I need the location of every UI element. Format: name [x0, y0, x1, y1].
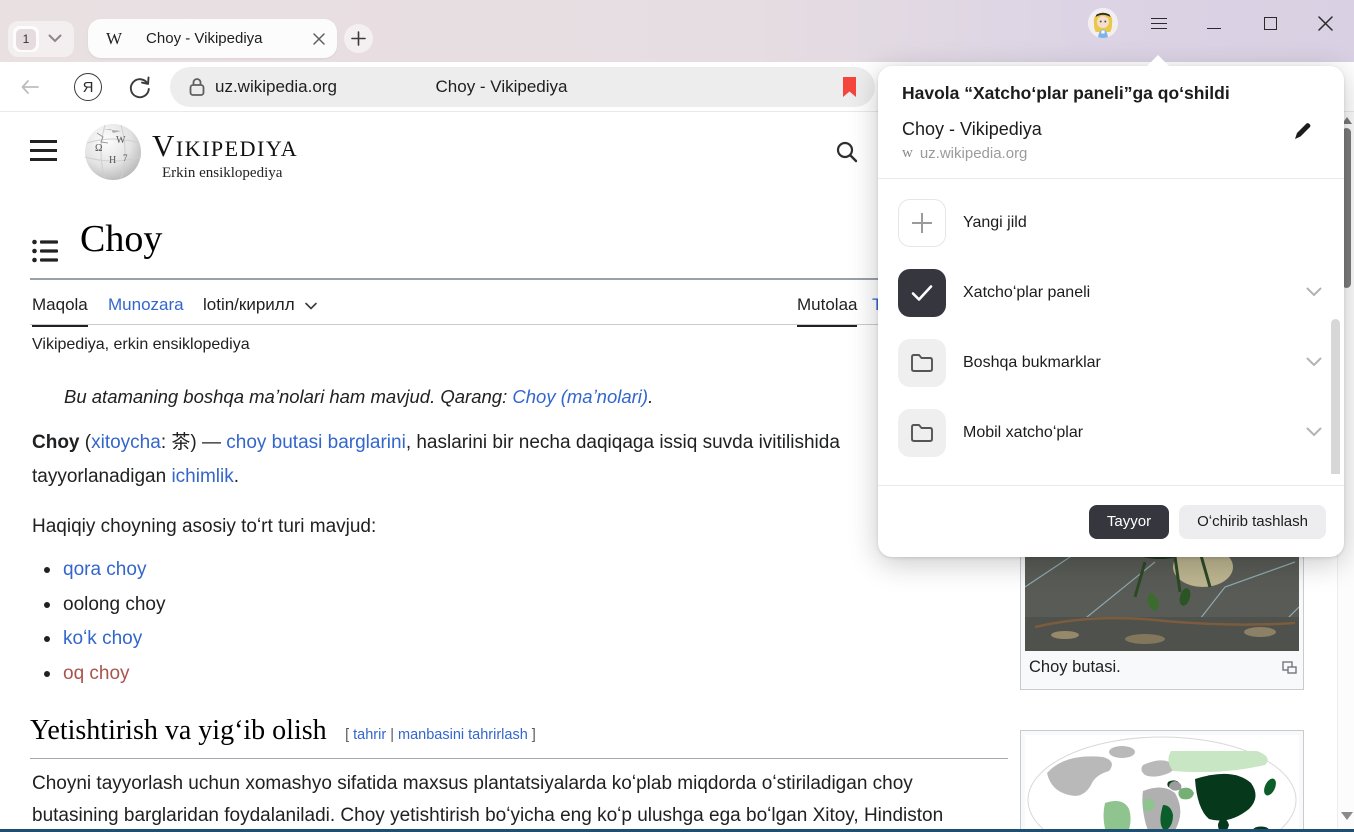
types-intro-text: Haqiqiy choyning asosiy toʻrt turi mavju… — [32, 516, 376, 538]
intro-bold-term: Choy — [32, 432, 80, 453]
figure-tea-production-map[interactable] — [1020, 730, 1304, 829]
plus-icon — [898, 199, 946, 247]
site-tagline: Vikipediya, erkin ensiklopediya — [32, 336, 250, 354]
browser-window: 1 W Choy - Vikipediya — [0, 0, 1354, 832]
article-title: Choy — [80, 217, 162, 261]
folder-list: Yangi jild Xatchoʻplar paneli Boshqa buk… — [878, 179, 1344, 474]
chevron-down-icon[interactable] — [1306, 354, 1322, 372]
popup-footer: Tayyor Oʻchirib tashlash — [878, 485, 1344, 557]
list-item: oq choy — [36, 657, 165, 692]
wikipedia-tagline-logo: Erkin ensiklopediya — [162, 165, 282, 182]
wikipedia-wordmark[interactable]: Vikipediya — [152, 128, 298, 164]
tab-counter-badge[interactable]: 1 — [13, 26, 39, 52]
tab-group-control[interactable]: 1 — [8, 21, 74, 57]
svg-text:7: 7 — [123, 153, 128, 163]
chevron-down-icon[interactable] — [1306, 284, 1322, 302]
tab-maqola[interactable]: Maqola — [32, 295, 88, 327]
wikipedia-favicon-icon: W — [106, 29, 122, 49]
section-heading: Yetishtirish va yigʻib olish — [30, 715, 327, 746]
bookmark-added-popup: Havola “Xatchoʻplar paneli”ga qoʻshildi … — [878, 66, 1344, 557]
close-icon[interactable] — [1315, 13, 1335, 33]
contents-icon[interactable] — [32, 239, 58, 268]
folder-item-new[interactable]: Yangi jild — [878, 188, 1344, 258]
yandex-glyph: Я — [83, 79, 94, 96]
tea-types-list: qora choy oolong choy koʻk choy oq choy — [36, 553, 165, 691]
done-button[interactable]: Tayyor — [1089, 505, 1169, 539]
section-heading-row: Yetishtirish va yigʻib olish [ tahrir | … — [30, 715, 536, 747]
lock-icon[interactable] — [188, 76, 206, 98]
redlink-oq-choy[interactable]: oq choy — [63, 663, 130, 684]
svg-text:Ω: Ω — [95, 143, 102, 154]
folder-item-mobile-bookmarks[interactable]: Mobil xatchoʻplar — [878, 398, 1344, 468]
folder-icon — [898, 339, 946, 387]
edit-link[interactable]: tahrir — [353, 727, 386, 743]
body-paragraph: Choyni tayyorlash uchun xomashyo sifatid… — [32, 768, 943, 829]
tab-close-icon[interactable] — [313, 33, 325, 45]
section-divider — [30, 758, 1008, 759]
chevron-down-icon — [305, 295, 317, 315]
hatnote-link[interactable]: Choy (maʼnolari) — [512, 386, 648, 407]
hatnote: Bu atamaning boshqa maʼnolari ham mavjud… — [64, 386, 653, 408]
link-kok-choy[interactable]: koʻk choy — [63, 628, 142, 649]
chevron-down-icon[interactable] — [1306, 424, 1322, 442]
svg-text:H: H — [109, 155, 116, 166]
yandex-icon[interactable]: Я — [74, 73, 102, 101]
expand-icon[interactable] — [1282, 660, 1297, 679]
hatnote-text: Bu atamaning boshqa maʼnolari ham mavjud… — [64, 386, 512, 407]
edit-section-links: [ tahrir | manbasini tahrirlash ] — [345, 727, 536, 743]
refresh-icon[interactable] — [127, 74, 153, 100]
new-tab-button[interactable] — [344, 24, 373, 53]
wikipedia-globe-logo[interactable]: Ω W H 7 — [83, 121, 143, 188]
url-text[interactable]: uz.wikipedia.org — [215, 77, 337, 97]
tab-mutolaa[interactable]: Mutolaa — [797, 295, 857, 327]
site-favicon: w — [902, 145, 913, 162]
remove-button[interactable]: Oʻchirib tashlash — [1179, 505, 1326, 539]
search-icon[interactable] — [835, 140, 859, 169]
bookmark-name: Choy - Vikipediya — [902, 119, 1320, 140]
popup-scrollbar-thumb[interactable] — [1331, 319, 1340, 474]
tab-language-variant[interactable]: lotin/кирилл — [203, 295, 317, 325]
tab-counter-value: 1 — [16, 29, 36, 50]
svg-text:W: W — [116, 135, 126, 146]
wiki-menu-icon[interactable] — [30, 140, 57, 161]
browser-menu-icon[interactable] — [1149, 13, 1169, 33]
intro-paragraph: Choy (xitoycha: 茶) — choy butasi barglar… — [32, 426, 1012, 494]
world-map-image — [1025, 735, 1299, 829]
user-avatar[interactable] — [1088, 8, 1118, 38]
check-icon — [898, 269, 946, 317]
link-xitoycha[interactable]: xitoycha — [91, 432, 161, 453]
back-icon[interactable] — [18, 75, 42, 99]
address-bar[interactable]: uz.wikipedia.org Choy - Vikipediya — [170, 67, 875, 107]
folder-icon — [898, 409, 946, 457]
folder-item-bookmarks-bar[interactable]: Xatchoʻplar paneli — [878, 258, 1344, 328]
tab-title: Choy - Vikipediya — [146, 30, 262, 47]
chevron-down-icon[interactable] — [48, 30, 62, 48]
minimize-icon[interactable] — [1204, 13, 1224, 33]
edit-bookmark-icon[interactable] — [1292, 120, 1316, 144]
link-qora-choy[interactable]: qora choy — [63, 559, 146, 580]
list-item: oolong choy — [36, 588, 165, 623]
scroll-down-icon[interactable] — [1341, 812, 1353, 820]
link-choy-butasi[interactable]: choy butasi barglarini — [226, 432, 406, 453]
link-ichimlik[interactable]: ichimlik — [171, 466, 233, 487]
address-page-title: Choy - Vikipediya — [436, 77, 568, 97]
list-item: qora choy — [36, 553, 165, 588]
maximize-icon[interactable] — [1260, 13, 1280, 33]
bookmark-info: Choy - Vikipediya w uz.wikipedia.org — [878, 116, 1344, 162]
bookmark-site: uz.wikipedia.org — [920, 145, 1028, 162]
folder-item-other-bookmarks[interactable]: Boshqa bukmarklar — [878, 328, 1344, 398]
bookmark-flag-icon[interactable] — [841, 76, 858, 103]
tab-munozara[interactable]: Munozara — [108, 295, 184, 325]
list-item: koʻk choy — [36, 622, 165, 657]
tab-bar: 1 W Choy - Vikipediya — [0, 0, 1354, 62]
figure-caption: Choy butasi. — [1029, 658, 1121, 676]
edit-source-link[interactable]: manbasini tahrirlash — [398, 727, 528, 743]
popup-title: Havola “Xatchoʻplar paneli”ga qoʻshildi — [878, 66, 1344, 116]
browser-tab[interactable]: W Choy - Vikipediya — [88, 19, 337, 58]
